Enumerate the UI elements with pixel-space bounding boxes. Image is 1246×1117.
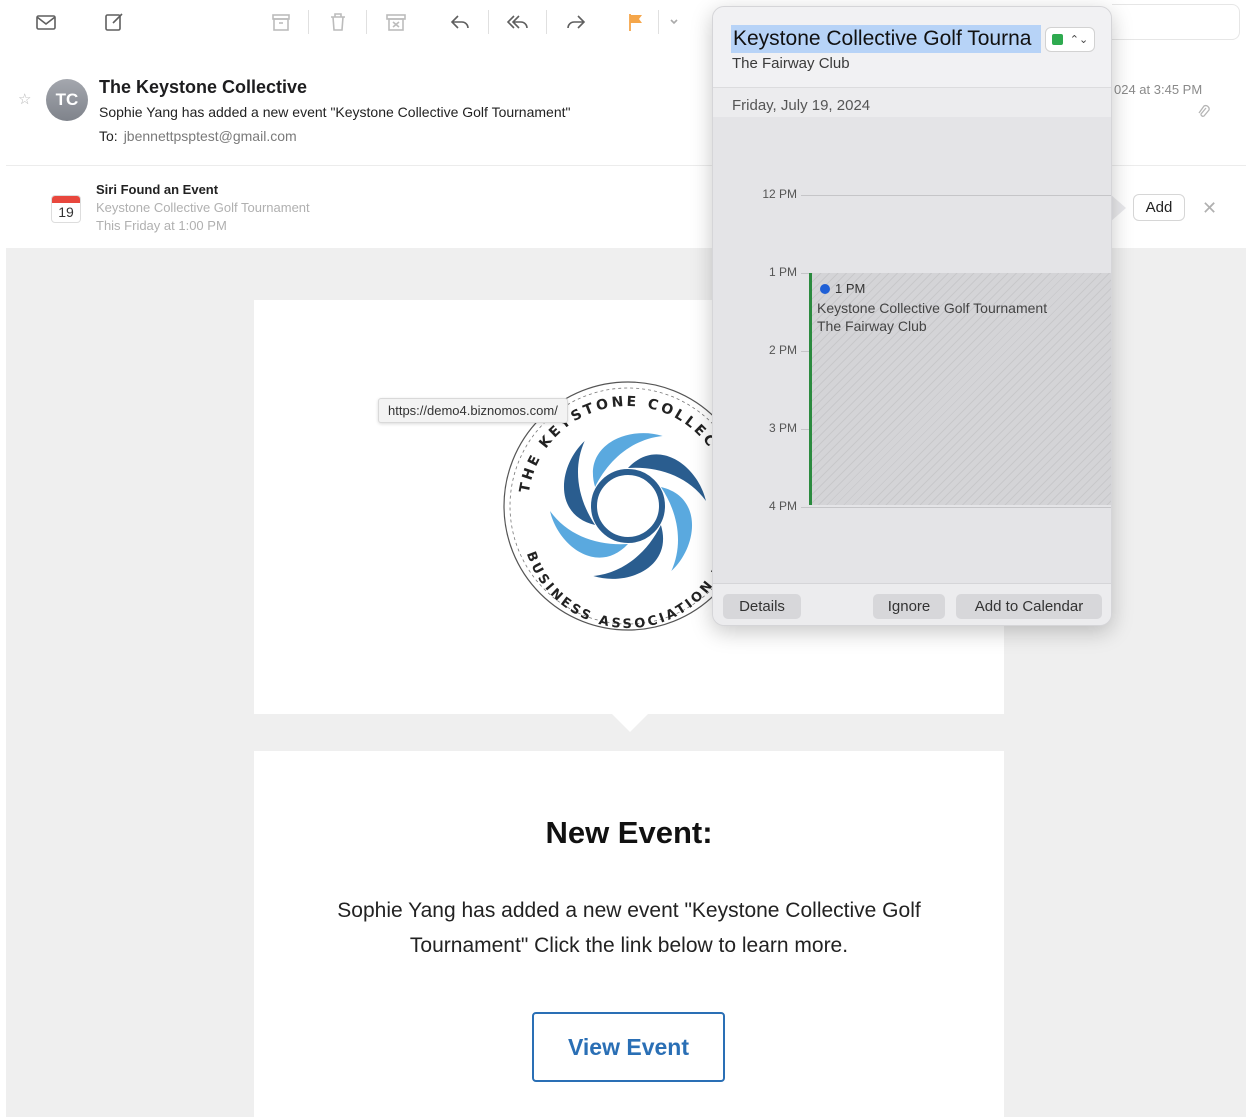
ignore-button[interactable]: Ignore [873,594,945,619]
toolbar-separator [488,10,489,34]
toolbar-separator [366,10,367,34]
star-icon[interactable]: ☆ [18,90,31,108]
junk-icon[interactable] [380,6,412,38]
reply-all-icon[interactable] [502,6,534,38]
details-button[interactable]: Details [723,594,801,619]
siri-title: Siri Found an Event [96,182,219,197]
updown-chevron-icon: ⌃⌄ [1069,34,1089,46]
popover-footer: Details Ignore Add to Calendar [713,583,1111,625]
compose-icon[interactable] [98,6,130,38]
toolbar-separator [658,10,659,34]
calendar-day: 19 [58,204,74,220]
hour-label: 4 PM [768,499,797,513]
popover-header: Keystone Collective Golf Tourna ⌃⌄ The F… [713,7,1111,87]
hour-label: 12 PM [762,187,797,201]
event-description: Sophie Yang has added a new event "Keyst… [337,899,921,957]
event-start-time: 1 PM [835,281,866,296]
timeline-event-place: The Fairway Club [817,318,927,334]
sender-name: The Keystone Collective [99,77,308,97]
event-date-row: Friday, July 19, 2024 [713,87,1111,117]
recipient-line: To: jbennettpsptest@gmail.com [99,128,297,144]
archive-icon[interactable] [265,6,297,38]
hour-gridline [801,507,1111,508]
popover-arrow [1110,194,1126,222]
flag-icon[interactable] [620,6,652,38]
event-dot-icon [820,283,830,294]
calendar-icon: 19 [51,195,81,223]
trash-icon[interactable] [322,6,354,38]
toolbar-separator [546,10,547,34]
search-field[interactable] [1112,4,1240,40]
timeline-event-name: Keystone Collective Golf Tournament [817,300,1048,316]
hour-label: 3 PM [768,421,797,435]
hour-label: 2 PM [768,343,797,357]
add-event-button[interactable]: Add [1133,194,1185,221]
calendar-picker[interactable]: ⌃⌄ [1045,27,1095,52]
event-location: The Fairway Club [732,55,850,72]
chevron-down-icon[interactable] [662,6,686,38]
event-date: Friday, July 19, 2024 [732,97,871,114]
message-subject: Sophie Yang has added a new event "Keyst… [99,104,571,120]
siri-event-time: This Friday at 1:00 PM [96,218,227,233]
add-to-calendar-button[interactable]: Add to Calendar [956,594,1102,619]
view-event-button[interactable]: View Event [532,1012,725,1082]
calendar-color-swatch [1051,34,1063,45]
calendar-event-popover: Keystone Collective Golf Tourna ⌃⌄ The F… [712,6,1112,626]
siri-event-name: Keystone Collective Golf Tournament [96,200,310,215]
avatar: TC [46,79,88,121]
close-icon[interactable]: ✕ [1202,198,1217,219]
envelope-icon[interactable] [30,6,62,38]
hour-gridline [801,195,1111,196]
toolbar-separator [308,10,309,34]
attachment-icon [1196,104,1210,123]
timeline-event-block[interactable]: 1 PM Keystone Collective Golf Tournament… [809,273,1111,505]
card-notch [612,714,648,732]
message-date: 024 at 3:45 PM [1114,82,1203,97]
hour-label: 1 PM [768,265,797,279]
to-label: To: [99,128,118,144]
event-heading: New Event: [545,815,713,850]
recipient-address[interactable]: jbennettpsptest@gmail.com [124,128,297,144]
link-url-tooltip: https://demo4.biznomos.com/ [378,398,568,423]
forward-icon[interactable] [560,6,592,38]
event-title-field[interactable]: Keystone Collective Golf Tourna [731,25,1041,53]
reply-icon[interactable] [444,6,476,38]
